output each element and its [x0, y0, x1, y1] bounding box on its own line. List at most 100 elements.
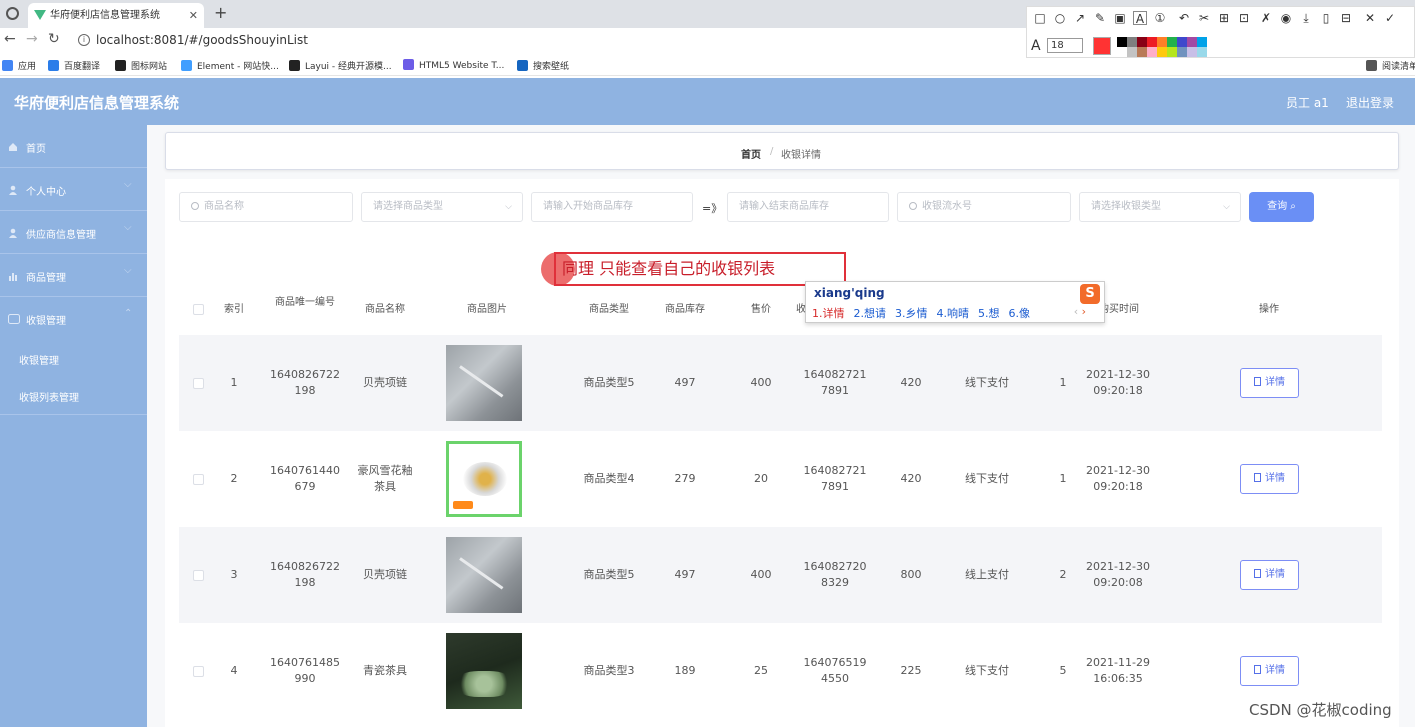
color-swatch[interactable]: [1187, 37, 1197, 47]
ime-candidate[interactable]: 4.响晴: [937, 307, 970, 320]
pen-tool-icon[interactable]: ✎: [1093, 11, 1107, 25]
detail-button[interactable]: 详情: [1240, 368, 1299, 398]
current-color-swatch[interactable]: [1093, 37, 1111, 55]
phone-icon[interactable]: ▯: [1319, 11, 1333, 25]
bookmark-html5[interactable]: HTML5 Website T...: [403, 59, 504, 71]
sidebar-item-personal-center[interactable]: 个人中心 ⌵: [0, 168, 147, 211]
sidebar-item-goods[interactable]: 商品管理 ⌵: [0, 254, 147, 297]
cell-unique-id: 1640826722 198: [255, 559, 355, 591]
url-input[interactable]: localhost:8081/#/goodsShouyinList: [96, 33, 308, 47]
ime-candidate[interactable]: 6.像: [1009, 307, 1031, 320]
ime-candidate[interactable]: 5.想: [978, 307, 1000, 320]
color-swatch[interactable]: [1127, 47, 1137, 57]
undo-icon[interactable]: ↶: [1177, 11, 1191, 25]
color-swatch[interactable]: [1137, 47, 1147, 57]
select-all-checkbox[interactable]: [193, 304, 204, 315]
arrow-tool-icon[interactable]: ↗: [1073, 11, 1087, 25]
color-swatch[interactable]: [1187, 47, 1197, 57]
cashier-type-select[interactable]: 请选择收银类型 ⌵: [1079, 192, 1241, 222]
mosaic-tool-icon[interactable]: ▣: [1113, 11, 1127, 25]
detail-button[interactable]: 详情: [1240, 560, 1299, 590]
sidebar-item-cashier[interactable]: 收银管理 ⌃: [0, 297, 147, 340]
sidebar-item-supplier[interactable]: 供应商信息管理 ⌵: [0, 211, 147, 254]
color-swatch[interactable]: [1147, 37, 1157, 47]
reading-list[interactable]: 阅读清单: [1366, 59, 1415, 72]
forward-icon[interactable]: →: [26, 31, 38, 47]
pin-icon[interactable]: ⊞: [1217, 11, 1231, 25]
detail-button[interactable]: 详情: [1240, 464, 1299, 494]
text-tool-icon[interactable]: A: [1133, 11, 1147, 26]
color-swatch[interactable]: [1167, 37, 1177, 47]
color-swatch[interactable]: [1177, 37, 1187, 47]
ellipse-tool-icon[interactable]: ○: [1053, 11, 1067, 25]
stock-end-input[interactable]: 请输入结束商品库存: [727, 192, 889, 222]
stock-start-input[interactable]: 请输入开始商品库存: [531, 192, 693, 222]
serial-number-input[interactable]: 收银流水号: [897, 192, 1071, 222]
chevron-right-icon[interactable]: ›: [1082, 305, 1086, 318]
back-icon[interactable]: ←: [4, 31, 16, 47]
color-swatch[interactable]: [1157, 47, 1167, 57]
color-swatch[interactable]: [1197, 37, 1207, 47]
color-swatch[interactable]: [1117, 37, 1127, 47]
sidebar-item-home[interactable]: 首页: [0, 125, 147, 168]
font-size-select[interactable]: 18: [1047, 38, 1083, 53]
cell-pay-type: 线下支付: [965, 664, 1009, 677]
goods-type-select[interactable]: 请选择商品类型 ⌵: [361, 192, 523, 222]
chevron-left-icon[interactable]: ‹: [1074, 305, 1078, 318]
sidebar-subitem-cashier-list[interactable]: 收银列表管理: [19, 389, 79, 404]
color-swatch[interactable]: [1137, 37, 1147, 47]
bookmark-element[interactable]: Element - 网站快...: [181, 59, 279, 72]
rectangle-tool-icon[interactable]: □: [1033, 11, 1047, 25]
cut-icon[interactable]: ✂: [1197, 11, 1211, 25]
reload-icon[interactable]: ↻: [48, 31, 60, 47]
bookmark-icon-site[interactable]: 图标网站: [115, 59, 167, 72]
bookmark-layui[interactable]: Layui - 经典开源模...: [289, 59, 392, 72]
cancel-icon[interactable]: ✕: [1363, 11, 1377, 25]
color-swatch[interactable]: [1127, 37, 1137, 47]
sidebar-divider: [0, 414, 147, 415]
logout-link[interactable]: 退出登录: [1346, 94, 1394, 111]
new-tab-button[interactable]: +: [214, 3, 227, 22]
row-checkbox[interactable]: [193, 570, 204, 581]
color-swatch[interactable]: [1117, 47, 1127, 57]
detail-button[interactable]: 详情: [1240, 656, 1299, 686]
bookmark-baidu-translate[interactable]: 百度翻译: [48, 59, 100, 72]
tab-close-icon[interactable]: ✕: [189, 3, 198, 28]
color-swatch[interactable]: [1197, 47, 1207, 57]
translate-icon[interactable]: ✗: [1259, 11, 1273, 25]
browser-tab[interactable]: 华府便利店信息管理系统 ✕: [28, 3, 204, 28]
ime-page-arrows[interactable]: ‹ ›: [1074, 305, 1086, 318]
breadcrumb-home[interactable]: 首页: [741, 146, 761, 161]
search-button[interactable]: 查询 ⌕: [1249, 192, 1314, 222]
tab-search-icon[interactable]: [6, 7, 19, 20]
row-checkbox[interactable]: [193, 666, 204, 677]
content-panel: 商品名称 请选择商品类型 ⌵ 请输入开始商品库存 =》 请输入结束商品库存 收银流…: [165, 179, 1399, 727]
bookmark-apps[interactable]: 应用: [2, 59, 36, 72]
goods-name-input[interactable]: 商品名称: [179, 192, 353, 222]
ocr-icon[interactable]: ⊡: [1237, 11, 1251, 25]
row-checkbox[interactable]: [193, 474, 204, 485]
chevron-down-icon: ⌵: [1223, 202, 1230, 212]
color-swatch[interactable]: [1167, 47, 1177, 57]
cell-name: 贝壳项链: [349, 567, 421, 583]
annotation-text-box[interactable]: 同理 只能查看自己的收银列表: [554, 252, 846, 286]
cell-line: 990: [294, 672, 316, 685]
color-swatch[interactable]: [1157, 37, 1167, 47]
ime-candidate[interactable]: 2.想请: [854, 307, 887, 320]
bookmark-icon[interactable]: ⊟: [1339, 11, 1353, 25]
download-icon[interactable]: ⤓: [1299, 11, 1313, 25]
row-checkbox[interactable]: [193, 378, 204, 389]
cell-name: 青瓷茶具: [349, 663, 421, 679]
cell-line: 1640826722: [270, 368, 340, 381]
confirm-icon[interactable]: ✓: [1383, 11, 1397, 25]
site-info-icon[interactable]: i: [78, 34, 90, 46]
color-swatch[interactable]: [1177, 47, 1187, 57]
number-tool-icon[interactable]: ①: [1153, 11, 1167, 25]
sidebar-subitem-cashier-manage[interactable]: 收银管理: [19, 352, 59, 367]
record-icon[interactable]: ◉: [1279, 11, 1293, 25]
ime-candidate[interactable]: 1.详情: [812, 307, 845, 320]
sidebar-item-label: 商品管理: [26, 273, 66, 284]
color-swatch[interactable]: [1147, 47, 1157, 57]
ime-candidate[interactable]: 3.乡情: [895, 307, 928, 320]
bookmark-wallpaper[interactable]: 搜索壁纸: [517, 59, 569, 72]
